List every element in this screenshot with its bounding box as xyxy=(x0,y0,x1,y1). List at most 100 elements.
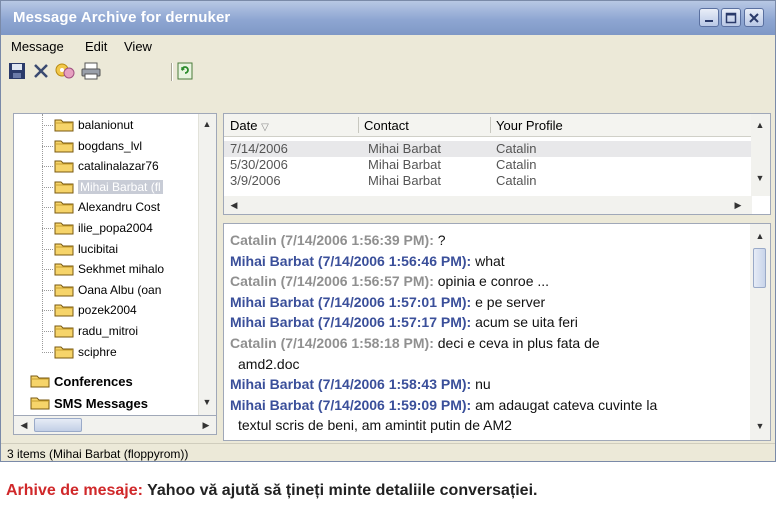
column-your-profile[interactable]: Your Profile xyxy=(496,118,563,133)
folder-icon xyxy=(54,304,74,317)
message-text: amd2.doc xyxy=(238,355,300,372)
message-line: Mihai Barbat (7/14/2006 1:56:46 PM): wha… xyxy=(230,253,505,269)
scroll-down-arrow-icon[interactable]: ▼ xyxy=(199,394,215,410)
scroll-thumb[interactable] xyxy=(753,248,766,288)
tree-item[interactable]: Alexandru Cost xyxy=(54,198,160,216)
menu-view[interactable]: View xyxy=(124,39,152,54)
tree-item-label: balanionut xyxy=(78,118,134,132)
maximize-button[interactable] xyxy=(721,8,741,27)
list-row[interactable]: 5/30/2006 Mihai Barbat Catalin xyxy=(224,157,752,173)
caption-body: Yahoo vă ajută să țineți minte detaliile… xyxy=(142,482,538,499)
tree-item[interactable]: Conferences xyxy=(30,372,133,390)
message-text: ? xyxy=(433,232,446,248)
tree-horizontal-scrollbar[interactable]: ◀ ▶ xyxy=(13,415,217,435)
row-contact: Mihai Barbat xyxy=(368,173,441,188)
scroll-left-arrow-icon[interactable]: ◀ xyxy=(16,417,32,433)
tree-item[interactable]: ilie_popa2004 xyxy=(54,219,153,237)
scroll-left-arrow-icon[interactable]: ◀ xyxy=(226,197,242,213)
tree-connector-line xyxy=(42,166,53,168)
delete-button[interactable] xyxy=(31,61,51,81)
tree-item-label: Conferences xyxy=(54,373,133,389)
scroll-up-arrow-icon[interactable]: ▲ xyxy=(752,117,768,133)
tree-vertical-scrollbar[interactable]: ▲ ▼ xyxy=(198,114,216,434)
tree-item-label: Alexandru Cost xyxy=(78,200,161,215)
tree-connector-line xyxy=(42,331,53,332)
list-row[interactable]: 7/14/2006 Mihai Barbat Catalin xyxy=(224,141,752,157)
message-archive-window: Message Archive for dernuker Message Edi… xyxy=(0,0,776,462)
column-divider[interactable] xyxy=(358,117,359,133)
tree-item[interactable]: Sekhmet mihalo xyxy=(54,260,164,278)
folder-icon xyxy=(54,284,74,297)
message-line: Mihai Barbat (7/14/2006 1:57:01 PM): e p… xyxy=(230,294,545,310)
tree-connector-line xyxy=(42,207,53,209)
column-date[interactable]: Date ▽ xyxy=(230,118,269,133)
list-header: Date ▽ Contact Your Profile xyxy=(224,114,752,137)
folder-icon xyxy=(54,243,74,256)
tree-item-label: lucibitai xyxy=(78,241,119,256)
menu-edit[interactable]: Edit xyxy=(85,39,107,54)
tree-item[interactable]: sciphre xyxy=(54,343,117,361)
minimize-button[interactable] xyxy=(699,8,719,27)
list-row[interactable]: 3/9/2006 Mihai Barbat Catalin xyxy=(224,173,752,189)
tree-item[interactable]: lucibitai xyxy=(54,240,118,258)
list-vertical-scrollbar[interactable]: ▲ ▼ xyxy=(751,114,770,196)
tree-item-label: Sekhmet mihalo xyxy=(78,262,165,277)
tree-item[interactable]: radu_mitroi xyxy=(54,322,138,340)
tree-item[interactable]: Oana Albu (oan xyxy=(54,281,161,299)
refresh-button[interactable] xyxy=(175,61,195,81)
tree-item-label: Mihai Barbat (fl xyxy=(78,179,163,194)
row-contact: Mihai Barbat xyxy=(368,141,441,156)
folder-icon xyxy=(54,325,74,338)
find-button[interactable] xyxy=(55,61,75,81)
status-bar: 3 items (Mihai Barbat (floppyrom)) xyxy=(1,443,775,461)
scroll-right-arrow-icon[interactable]: ▶ xyxy=(198,417,214,433)
scroll-down-arrow-icon[interactable]: ▼ xyxy=(752,418,768,434)
message-sender: Catalin (7/14/2006 1:56:39 PM): xyxy=(230,232,434,248)
scroll-thumb[interactable] xyxy=(34,418,82,432)
contact-tree[interactable]: balanionut bogdans_lvl catalinalazar76 Miha… xyxy=(13,113,217,435)
conversation-list[interactable]: Date ▽ Contact Your Profile 7/14/2006 Mi… xyxy=(223,113,771,215)
message-sender: Mihai Barbat (7/14/2006 1:57:01 PM): xyxy=(230,293,472,310)
message-line: Catalin (7/14/2006 1:58:18 PM): deci e c… xyxy=(230,335,600,351)
save-button[interactable] xyxy=(7,61,27,81)
tree-item[interactable]: bogdans_lvl xyxy=(54,137,142,155)
message-transcript[interactable]: Catalin (7/14/2006 1:56:39 PM): ? Mihai B… xyxy=(223,223,771,441)
tree-item-label: ilie_popa2004 xyxy=(78,221,153,235)
tree-item-label: radu_mitroi xyxy=(78,324,139,338)
tree-item[interactable]: pozek2004 xyxy=(54,301,137,319)
tree-item[interactable]: SMS Messages xyxy=(30,394,148,412)
scroll-right-arrow-icon[interactable]: ▶ xyxy=(730,197,746,213)
message-line: Mihai Barbat (7/14/2006 1:57:17 PM): acu… xyxy=(230,314,578,330)
message-text: textul scris de beni, am amintit putin d… xyxy=(238,417,512,434)
tree-item[interactable]: Mihai Barbat (fl xyxy=(54,178,163,196)
tree-item-label: sciphre xyxy=(78,344,117,359)
window-title: Message Archive for dernuker xyxy=(13,9,231,26)
tree-item[interactable]: catalinalazar76 xyxy=(54,157,159,175)
message-line: Mihai Barbat (7/14/2006 1:58:43 PM): nu xyxy=(230,376,491,392)
print-button[interactable] xyxy=(81,61,101,81)
tree-item[interactable]: balanionut xyxy=(54,116,133,134)
column-divider[interactable] xyxy=(490,117,491,133)
folder-icon xyxy=(54,160,74,173)
message-text: what xyxy=(471,252,505,269)
menu-message[interactable]: Message xyxy=(11,39,64,54)
column-contact[interactable]: Contact xyxy=(364,118,409,133)
close-button[interactable] xyxy=(744,8,764,27)
save-icon xyxy=(9,63,25,79)
message-sender: Catalin (7/14/2006 1:58:18 PM): xyxy=(230,335,434,351)
message-sender: Catalin (7/14/2006 1:56:57 PM): xyxy=(230,273,434,290)
scroll-up-arrow-icon[interactable]: ▲ xyxy=(752,228,768,244)
folder-icon xyxy=(54,201,74,214)
figure-caption: Arhive de mesaje: Yahoo vă ajută să ține… xyxy=(0,462,776,510)
message-sender: Mihai Barbat (7/14/2006 1:57:17 PM): xyxy=(230,314,472,331)
refresh-icon xyxy=(177,62,193,80)
row-contact: Mihai Barbat xyxy=(368,157,441,172)
scroll-down-arrow-icon[interactable]: ▼ xyxy=(752,170,768,186)
title-bar[interactable]: Message Archive for dernuker xyxy=(1,1,775,35)
message-text: am adaugat cateva cuvinte la xyxy=(471,396,658,413)
message-line: Catalin (7/14/2006 1:56:57 PM): opinia e… xyxy=(230,273,549,289)
transcript-vertical-scrollbar[interactable]: ▲ ▼ xyxy=(750,224,770,440)
tree-item-label: Oana Albu (oan xyxy=(78,282,162,297)
scroll-up-arrow-icon[interactable]: ▲ xyxy=(199,116,215,132)
list-horizontal-scrollbar[interactable]: ◀ ▶ xyxy=(224,196,752,214)
